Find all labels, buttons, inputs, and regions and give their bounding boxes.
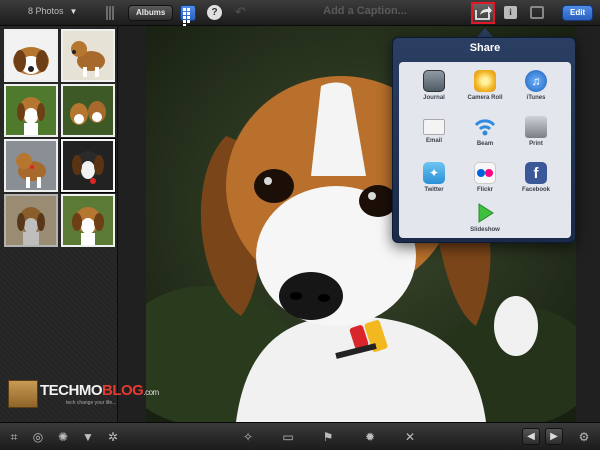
edit-button[interactable]: Edit [562,5,594,21]
flickr-icon [474,162,496,184]
slideshow-icon [474,202,496,224]
thumbnail-8[interactable] [61,194,115,247]
straighten-icon[interactable]: ◎ [30,429,46,445]
slideshow-settings-icon[interactable] [530,6,544,19]
share-journal[interactable]: Journal [409,70,459,116]
thumbnail-sidebar [0,26,118,422]
chevron-down-icon: ▼ [69,6,78,16]
reject-icon[interactable]: ✕ [402,429,418,445]
top-toolbar: 8 Photos ▼ Albums ? ↶ Add a Caption... i… [0,0,600,27]
thumbnail-6-selected[interactable] [61,139,115,192]
brushes-icon[interactable]: ✲ [105,429,121,445]
itunes-icon: ♫ [525,70,547,92]
share-popover: Share Journal Camera Roll ♫ iTunes Email [392,37,576,243]
thumbnail-3[interactable] [4,84,58,137]
gear-icon[interactable]: ⚙ [576,429,592,445]
watermark-brand: TECHMOBLOG.com [40,382,159,399]
heart-icon[interactable]: ✹ [362,429,378,445]
watermark-tagline: tech change your life... [66,400,117,406]
next-photo-button[interactable]: ▶ [545,428,563,445]
share-email[interactable]: Email [409,116,459,162]
share-slideshow[interactable]: Slideshow [460,202,510,248]
exposure-icon[interactable]: ✺ [55,429,71,445]
techmoblog-watermark: TECHMOBLOG.com tech change your life... [8,376,159,414]
share-popover-title: Share [469,42,501,54]
grid-view-button[interactable] [180,5,196,27]
email-icon [423,119,445,135]
popover-arrow [477,28,493,37]
caption-field[interactable]: Add a Caption... [300,5,430,21]
compare-icon[interactable]: ▭ [280,429,296,445]
magic-wand-icon[interactable]: ✧ [240,429,256,445]
facebook-icon: f [525,162,547,184]
share-facebook[interactable]: f Facebook [511,162,561,208]
share-icon [475,6,492,20]
twitter-icon: ✦ [423,162,445,184]
journal-icon [423,70,445,92]
previous-photo-button[interactable]: ◀ [522,428,540,445]
info-button[interactable]: i [504,6,517,19]
share-button[interactable] [471,2,495,24]
share-itunes[interactable]: ♫ iTunes [511,70,561,116]
flag-icon[interactable]: ⚑ [320,429,336,445]
beam-icon [474,116,496,138]
share-camera-roll[interactable]: Camera Roll [460,70,510,116]
thumbnail-7[interactable] [4,194,58,247]
photos-count-dropdown[interactable]: 8 Photos ▼ [28,6,77,16]
color-icon[interactable]: ▼ [80,429,96,445]
sidebar-resize-grip-icon[interactable] [106,6,114,20]
share-options-panel: Journal Camera Roll ♫ iTunes Email Beam [399,62,571,238]
iphoto-app: 8 Photos ▼ Albums ? ↶ Add a Caption... i… [0,0,600,450]
undo-icon[interactable]: ↶ [235,4,246,20]
print-icon [525,116,547,138]
help-button[interactable]: ? [207,5,222,20]
photos-count-label: 8 Photos [28,6,64,16]
crop-icon[interactable]: ⌗ [6,429,22,445]
share-twitter[interactable]: ✦ Twitter [409,162,459,208]
thumbnail-5[interactable] [4,139,58,192]
share-print[interactable]: Print [511,116,561,162]
share-beam[interactable]: Beam [460,116,510,162]
albums-button[interactable]: Albums [128,5,174,21]
box-logo-icon [8,380,38,408]
thumbnail-4[interactable] [61,84,115,137]
thumbnail-2[interactable] [61,29,115,82]
thumbnail-1[interactable] [4,29,58,82]
camera-roll-icon [474,70,496,92]
bottom-toolbar: ⌗ ◎ ✺ ▼ ✲ ✧ ▭ ⚑ ✹ ✕ ◀ ▶ ⚙ [0,422,600,450]
